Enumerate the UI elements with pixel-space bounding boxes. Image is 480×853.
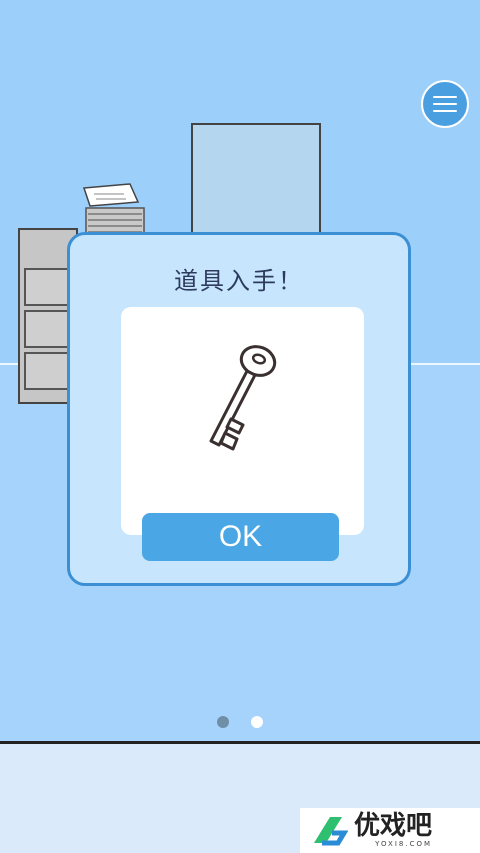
ok-button[interactable]: OK xyxy=(142,513,339,561)
key-icon xyxy=(209,345,277,451)
dialog-title: 道具入手！ xyxy=(174,267,304,295)
room-window[interactable] xyxy=(191,123,321,235)
page-indicator-dot-active[interactable] xyxy=(217,716,229,728)
item-display xyxy=(121,307,364,535)
paper-stack[interactable] xyxy=(80,180,150,240)
menu-button[interactable] xyxy=(421,80,469,128)
watermark-logo-icon xyxy=(314,816,348,845)
item-acquired-dialog: 道具入手！ OK xyxy=(67,232,411,586)
watermark-text: 优戏吧 xyxy=(354,811,433,841)
page-indicator-dot[interactable] xyxy=(251,716,263,728)
watermark: 优戏吧 YOXI8.COM xyxy=(300,808,480,853)
menu-icon xyxy=(433,96,457,98)
watermark-subtext: YOXI8.COM xyxy=(375,840,433,848)
